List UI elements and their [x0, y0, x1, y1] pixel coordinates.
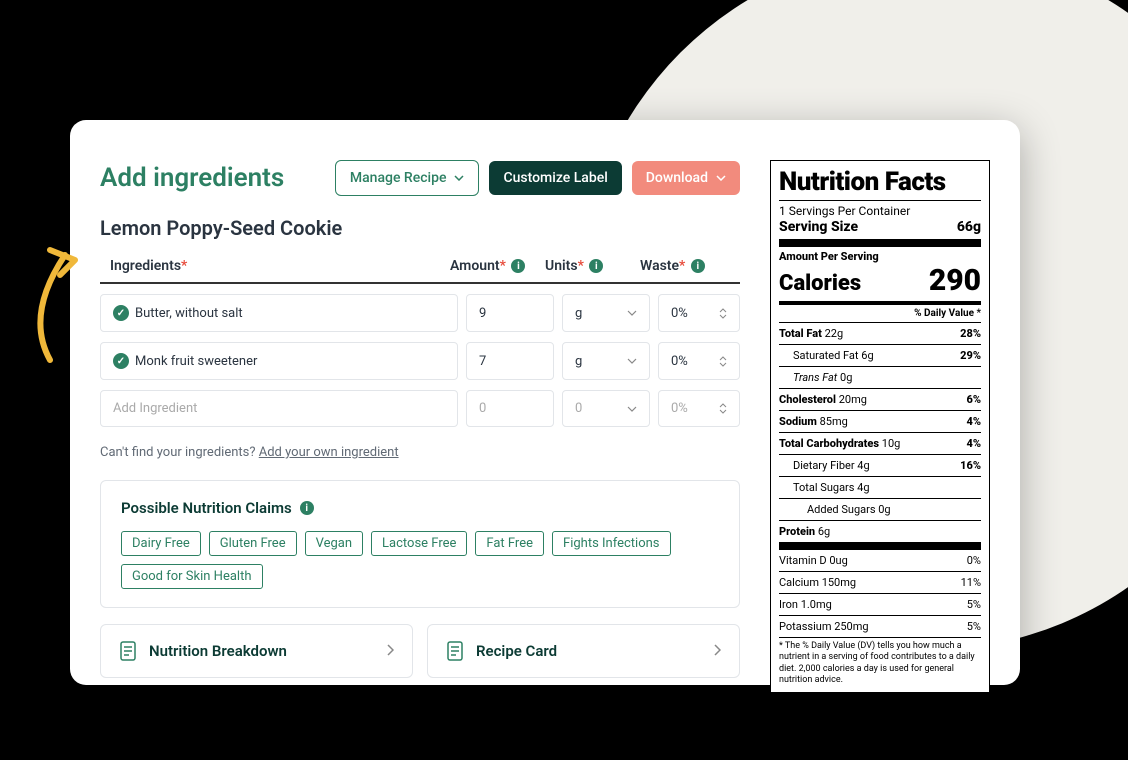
check-icon [113, 353, 129, 369]
chevron-down-icon [716, 175, 726, 181]
nutrition-breakdown-card[interactable]: Nutrition Breakdown [100, 624, 413, 678]
info-icon[interactable]: i [511, 259, 525, 273]
chevron-right-icon [387, 642, 394, 660]
claims-box: Possible Nutrition Claims i Dairy Free Gl… [100, 480, 740, 608]
claim-chip[interactable]: Dairy Free [121, 531, 201, 556]
col-units: Units* i [545, 258, 640, 274]
nf-nutrient-row: Sodium 85mg4% [779, 414, 981, 429]
amount-input[interactable]: 0 [466, 390, 554, 427]
nf-nutrient-row: Total Carbohydrates 10g4% [779, 436, 981, 451]
col-waste: Waste* i [640, 258, 730, 274]
nf-nutrient-row: Cholesterol 20mg6% [779, 392, 981, 407]
helper-text: Can't find your ingredients? Add your ow… [100, 445, 740, 460]
amount-input[interactable]: 7 [466, 342, 554, 380]
stepper-icon [719, 308, 727, 319]
decorative-arrow [20, 245, 90, 369]
unit-select[interactable]: g [562, 342, 650, 380]
nf-footnote: * The % Daily Value (DV) tells you how m… [779, 641, 981, 686]
nf-calories: Calories 290 [779, 263, 981, 298]
ingredient-cell[interactable]: Monk fruit sweetener [100, 342, 458, 380]
nf-title: Nutrition Facts [779, 167, 981, 197]
stepper-icon [719, 403, 727, 414]
left-column: Add ingredients Manage Recipe Customize … [100, 160, 740, 655]
amount-input[interactable]: 9 [466, 294, 554, 332]
table-header: Ingredients* Amount* i Units* i Waste* i [100, 258, 740, 284]
nf-amount-per-serving: Amount Per Serving [779, 250, 981, 263]
document-icon [119, 641, 137, 661]
nf-micro-row: Calcium 150mg11% [779, 575, 981, 590]
nf-nutrient-row: Total Sugars 4g [779, 480, 981, 495]
nf-serving-size: Serving Size 66g [779, 218, 981, 236]
waste-input[interactable]: 0% [658, 294, 740, 332]
unit-select[interactable]: g [562, 294, 650, 332]
nf-nutrient-row: Dietary Fiber 4g16% [779, 458, 981, 473]
info-icon[interactable]: i [691, 259, 705, 273]
claim-chip[interactable]: Good for Skin Health [121, 564, 263, 589]
nf-servings: 1 Servings Per Container [779, 204, 981, 218]
add-own-ingredient-link[interactable]: Add your own ingredient [259, 445, 399, 460]
empty-ingredient-row: Add Ingredient 0 0 0% [100, 390, 740, 427]
recipe-card-link[interactable]: Recipe Card [427, 624, 740, 678]
col-ingredients: Ingredients* [110, 258, 450, 274]
link-cards: Nutrition Breakdown Recipe Card [100, 624, 740, 678]
waste-input[interactable]: 0% [658, 390, 740, 427]
add-ingredient-input[interactable]: Add Ingredient [100, 390, 458, 427]
recipe-name: Lemon Poppy-Seed Cookie [100, 216, 740, 240]
claim-chip[interactable]: Fat Free [475, 531, 544, 556]
check-icon [113, 305, 129, 321]
nutrition-facts-panel: Nutrition Facts 1 Servings Per Container… [770, 160, 990, 655]
chevron-right-icon [714, 642, 721, 660]
page-title: Add ingredients [100, 163, 325, 193]
nf-dv-header: % Daily Value * [779, 308, 981, 319]
download-button[interactable]: Download [632, 161, 740, 195]
chevron-down-icon [454, 175, 464, 181]
claim-chip[interactable]: Vegan [305, 531, 363, 556]
waste-input[interactable]: 0% [658, 342, 740, 380]
unit-select[interactable]: 0 [562, 390, 650, 427]
claim-chip[interactable]: Gluten Free [209, 531, 297, 556]
chevron-down-icon [627, 406, 637, 412]
ingredient-row: Monk fruit sweetener 7 g 0% [100, 342, 740, 380]
nf-ingredients: Ingredients: Almond flour, Lime Extract,… [770, 699, 990, 712]
main-card: Add ingredients Manage Recipe Customize … [70, 120, 1020, 685]
claim-chip[interactable]: Lactose Free [371, 531, 467, 556]
stepper-icon [719, 356, 727, 367]
document-icon [446, 641, 464, 661]
nf-nutrient-row: Protein 6g [779, 524, 981, 539]
nf-nutrient-row: Trans Fat 0g [779, 370, 981, 385]
chevron-down-icon [627, 358, 637, 364]
nutrition-facts-label: Nutrition Facts 1 Servings Per Container… [770, 160, 990, 693]
col-amount: Amount* i [450, 258, 545, 274]
download-label: Download [646, 170, 708, 186]
nf-micro-row: Vitamin D 0ug0% [779, 553, 981, 568]
customize-label-text: Customize Label [503, 170, 607, 186]
nf-nutrient-row: Added Sugars 0g [779, 502, 981, 517]
customize-label-button[interactable]: Customize Label [489, 161, 621, 195]
ingredient-cell[interactable]: Butter, without salt [100, 294, 458, 332]
ingredient-row: Butter, without salt 9 g 0% [100, 294, 740, 332]
info-icon[interactable]: i [300, 501, 314, 515]
manage-recipe-label: Manage Recipe [350, 170, 447, 186]
claims-title: Possible Nutrition Claims i [121, 499, 719, 517]
nf-nutrient-row: Saturated Fat 6g29% [779, 348, 981, 363]
info-icon[interactable]: i [589, 259, 603, 273]
chevron-down-icon [627, 310, 637, 316]
header-row: Add ingredients Manage Recipe Customize … [100, 160, 740, 196]
nf-nutrient-row: Total Fat 22g28% [779, 326, 981, 341]
nf-micro-row: Potassium 250mg5% [779, 619, 981, 634]
nf-micro-row: Iron 1.0mg5% [779, 597, 981, 612]
manage-recipe-button[interactable]: Manage Recipe [335, 160, 480, 196]
claim-chip[interactable]: Fights Infections [552, 531, 671, 556]
